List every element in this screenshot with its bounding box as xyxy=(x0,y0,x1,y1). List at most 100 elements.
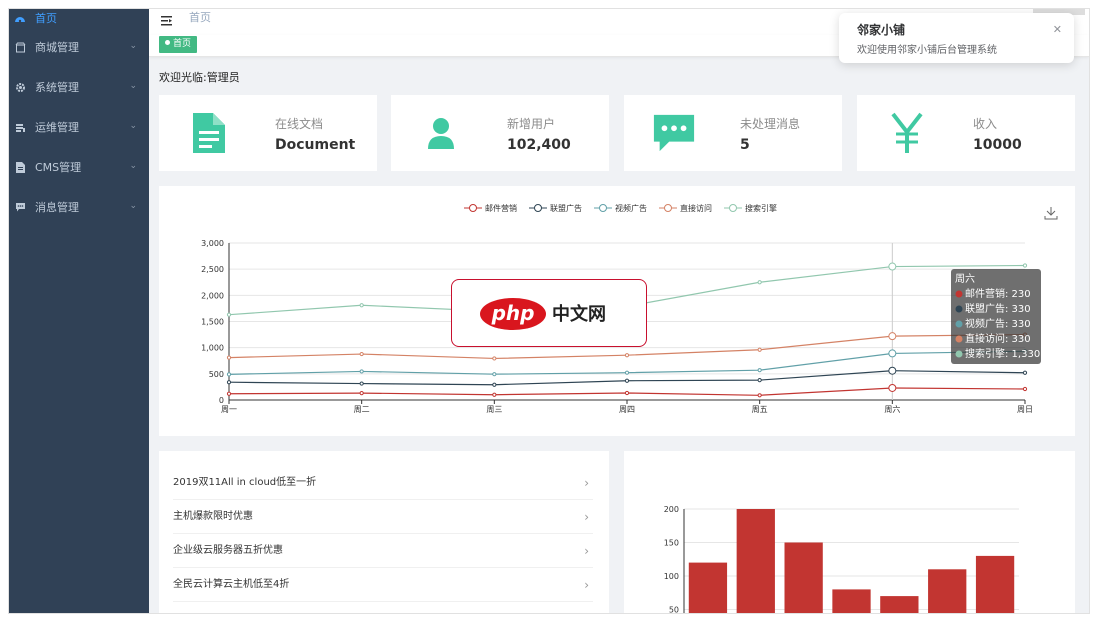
data-point[interactable] xyxy=(359,351,364,357)
chevron-down-icon: ⌄ xyxy=(129,201,137,211)
data-point[interactable] xyxy=(888,332,897,341)
data-point[interactable] xyxy=(888,383,897,392)
chart-tooltip: 周六邮件营销: 230 联盟广告: 330 视频广告: 330 直接访问: 330 搜索… xyxy=(951,269,1041,364)
data-point[interactable] xyxy=(226,380,232,385)
bar[interactable] xyxy=(832,589,871,614)
legend-item-1[interactable]: 联盟广告 xyxy=(529,203,582,213)
data-point[interactable] xyxy=(624,370,630,375)
bar-chart-panel: 50 100 150 200 xyxy=(624,451,1075,614)
data-point[interactable] xyxy=(1022,263,1028,268)
data-point[interactable] xyxy=(757,368,762,373)
data-point[interactable] xyxy=(226,312,232,317)
chevron-right-icon: › xyxy=(584,510,589,524)
stat-card-income[interactable]: 收入 10000 xyxy=(857,95,1075,171)
list-item-text: 2019双11All in cloud低至一折 xyxy=(173,477,317,488)
hamburger-icon[interactable] xyxy=(161,15,173,26)
bar[interactable] xyxy=(975,555,1015,614)
stat-card-messages[interactable]: 未处理消息 5 xyxy=(624,95,842,171)
watermark-logo: php xyxy=(480,298,546,330)
y-tick-label: 1,000 xyxy=(201,344,224,353)
tag-label: 首页 xyxy=(173,39,192,49)
data-point[interactable] xyxy=(757,280,762,285)
download-icon[interactable] xyxy=(1044,207,1058,220)
bar[interactable] xyxy=(688,562,728,614)
legend-marker xyxy=(729,204,737,212)
legend-label: 视频广告 xyxy=(615,203,647,213)
data-point[interactable] xyxy=(1022,370,1028,375)
data-point[interactable] xyxy=(757,347,762,352)
y-tick-label: 2,000 xyxy=(201,291,224,300)
data-point[interactable] xyxy=(1022,386,1028,392)
yen-icon xyxy=(885,111,929,155)
notification-title: 邻家小铺 xyxy=(857,23,906,37)
bar[interactable] xyxy=(784,542,823,615)
data-point[interactable] xyxy=(226,391,232,396)
legend-marker xyxy=(599,204,607,212)
tag-home[interactable]: 首页 xyxy=(159,36,198,53)
y-tick-label: 150 xyxy=(664,539,679,548)
data-point[interactable] xyxy=(757,393,762,398)
data-point[interactable] xyxy=(492,392,497,397)
y-tick-label: 3,000 xyxy=(201,239,224,248)
y-tick-label: 0 xyxy=(219,396,224,405)
stat-card-docs[interactable]: 在线文档 Document xyxy=(159,95,377,171)
list-item[interactable]: 主机爆款限时优惠 › xyxy=(173,500,593,534)
sidebar-item-message[interactable]: 消息管理 ⌄ xyxy=(9,187,149,227)
data-point[interactable] xyxy=(226,355,232,360)
data-point[interactable] xyxy=(624,378,630,383)
list-item[interactable]: 企业级云服务器五折优惠 › xyxy=(173,534,593,568)
data-point[interactable] xyxy=(359,369,364,374)
data-point[interactable] xyxy=(888,262,897,271)
stat-value: 10000 xyxy=(973,137,1022,153)
data-point[interactable] xyxy=(888,349,897,358)
stat-card-users[interactable]: 新增用户 102,400 xyxy=(391,95,609,171)
tooltip-title: 周六 xyxy=(955,273,975,285)
list-item[interactable]: 全民云计算云主机低至4折 › xyxy=(173,568,593,602)
sidebar-item-store[interactable]: 商城管理 ⌄ xyxy=(9,27,149,67)
data-point[interactable] xyxy=(226,372,232,377)
sidebar-item-label: CMS管理 xyxy=(35,161,82,174)
sidebar-item-cms[interactable]: CMS管理 ⌄ xyxy=(9,147,149,187)
php-watermark-logo: php 中文网 xyxy=(451,279,647,347)
tooltip-row: 搜索引擎: 1,330 xyxy=(965,347,1040,360)
sidebar-item-home[interactable]: 首页 xyxy=(9,9,149,27)
list-item[interactable]: 2019双11All in cloud低至一折 › xyxy=(173,466,593,500)
y-tick-label: 200 xyxy=(664,505,679,514)
sidebar: 首页 商城管理 ⌄ 系统管理 ⌄ 运维管理 ⌄ CMS管理 ⌄ 消息管理 ⌄ xyxy=(9,9,149,613)
tooltip-marker xyxy=(955,335,963,343)
data-point[interactable] xyxy=(888,366,897,375)
data-point[interactable] xyxy=(359,390,364,396)
data-point[interactable] xyxy=(757,378,762,383)
store-icon xyxy=(13,40,27,54)
legend-item-2[interactable]: 视频广告 xyxy=(594,203,647,213)
bar-chart[interactable]: 50 100 150 200 xyxy=(624,451,1075,614)
sidebar-item-label: 消息管理 xyxy=(35,201,79,214)
chevron-right-icon: › xyxy=(584,544,589,558)
y-tick-label: 100 xyxy=(664,572,679,581)
legend-item-3[interactable]: 直接访问 xyxy=(659,203,712,213)
sidebar-item-ops[interactable]: 运维管理 ⌄ xyxy=(9,107,149,147)
data-point[interactable] xyxy=(359,381,364,386)
legend-item-0[interactable]: 邮件营销 xyxy=(464,203,517,213)
legend-label: 邮件营销 xyxy=(485,203,517,213)
legend-item-4[interactable]: 搜索引擎 xyxy=(724,203,777,213)
data-point[interactable] xyxy=(624,353,630,358)
sidebar-item-system[interactable]: 系统管理 ⌄ xyxy=(9,67,149,107)
document-icon xyxy=(187,111,231,155)
stat-value: Document xyxy=(275,137,356,153)
data-point[interactable] xyxy=(624,390,630,396)
document-icon xyxy=(13,160,27,174)
bar[interactable] xyxy=(880,596,919,614)
data-point[interactable] xyxy=(492,356,497,361)
data-point[interactable] xyxy=(359,303,364,308)
tooltip-marker xyxy=(955,290,963,298)
bar[interactable] xyxy=(928,569,967,614)
promo-list-panel: 2019双11All in cloud低至一折 › 主机爆款限时优惠 › 企业级云服… xyxy=(159,451,609,613)
breadcrumb[interactable]: 首页 xyxy=(189,9,211,25)
data-point[interactable] xyxy=(492,372,497,377)
close-icon[interactable]: ✕ xyxy=(1053,23,1062,36)
data-point[interactable] xyxy=(492,382,497,387)
tooltip-marker xyxy=(955,320,963,328)
legend-marker xyxy=(534,204,542,212)
bar[interactable] xyxy=(736,509,775,614)
